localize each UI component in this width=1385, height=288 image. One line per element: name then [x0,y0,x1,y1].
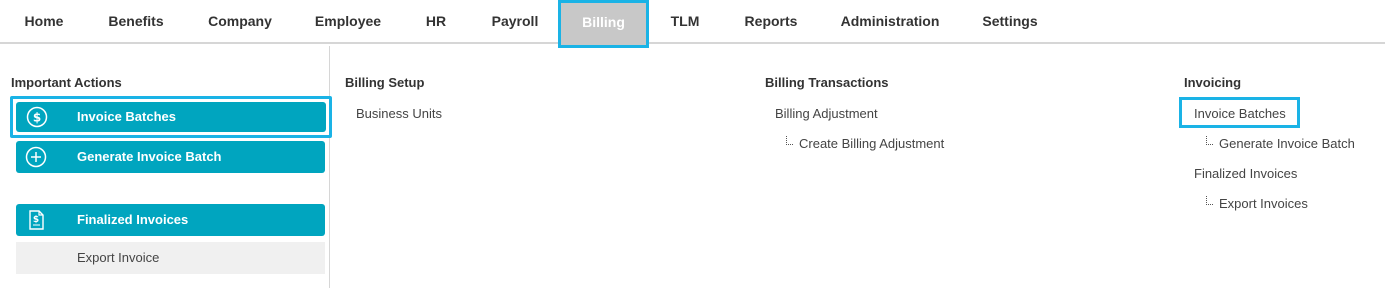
tab-reports[interactable]: Reports [742,0,800,42]
invoice-batches-button[interactable]: $ Invoice Batches [10,96,332,138]
tab-employee[interactable]: Employee [313,0,383,42]
finalized-invoices-label: Finalized Invoices [77,212,189,227]
invoice-batches-label: Invoice Batches [77,109,176,124]
tab-benefits[interactable]: Benefits [105,0,167,42]
billing-transactions-title: Billing Transactions [765,75,889,90]
tab-billing[interactable]: Billing [558,0,649,48]
export-invoice-label: Export Invoice [77,250,160,265]
finalized-invoices-button[interactable]: $ Finalized Invoices [16,204,325,236]
generate-invoice-batch-label: Generate Invoice Batch [77,149,222,164]
billing-setup-title: Billing Setup [345,75,425,90]
tree-connector [1206,196,1213,205]
generate-invoice-batch-button[interactable]: Generate Invoice Batch [16,141,325,173]
invoice-batches-link[interactable]: Invoice Batches [1194,106,1286,121]
plus-circle-icon [25,146,47,168]
dollar-circle-icon: $ [26,106,48,128]
tab-tlm[interactable]: TLM [667,0,703,42]
export-invoices-link[interactable]: Export Invoices [1219,196,1308,211]
tab-administration[interactable]: Administration [839,0,941,42]
tab-company[interactable]: Company [206,0,274,42]
export-invoice-button[interactable]: Export Invoice [16,242,325,274]
create-billing-adjustment-link[interactable]: Create Billing Adjustment [799,136,944,151]
svg-text:$: $ [33,111,41,125]
tab-home[interactable]: Home [22,0,66,42]
finalized-invoices-link[interactable]: Finalized Invoices [1194,166,1297,181]
invoice-batches-button-fill: $ Invoice Batches [16,102,326,132]
billing-adjustment-link[interactable]: Billing Adjustment [775,106,878,121]
generate-invoice-batch-link[interactable]: Generate Invoice Batch [1219,136,1355,151]
tab-hr[interactable]: HR [422,0,450,42]
svg-text:$: $ [33,215,39,225]
top-nav: Home Benefits Company Employee HR Payrol… [0,0,1385,48]
tree-connector [1206,136,1213,145]
tab-settings[interactable]: Settings [980,0,1040,42]
important-actions-title: Important Actions [11,75,122,90]
invoicing-title: Invoicing [1184,75,1242,90]
business-units-link[interactable]: Business Units [356,106,442,121]
dollar-document-icon: $ [25,209,47,231]
important-actions-panel: Important Actions $ Invoice Batches Gene… [0,46,332,288]
tab-payroll[interactable]: Payroll [489,0,541,42]
tree-connector [786,136,793,145]
